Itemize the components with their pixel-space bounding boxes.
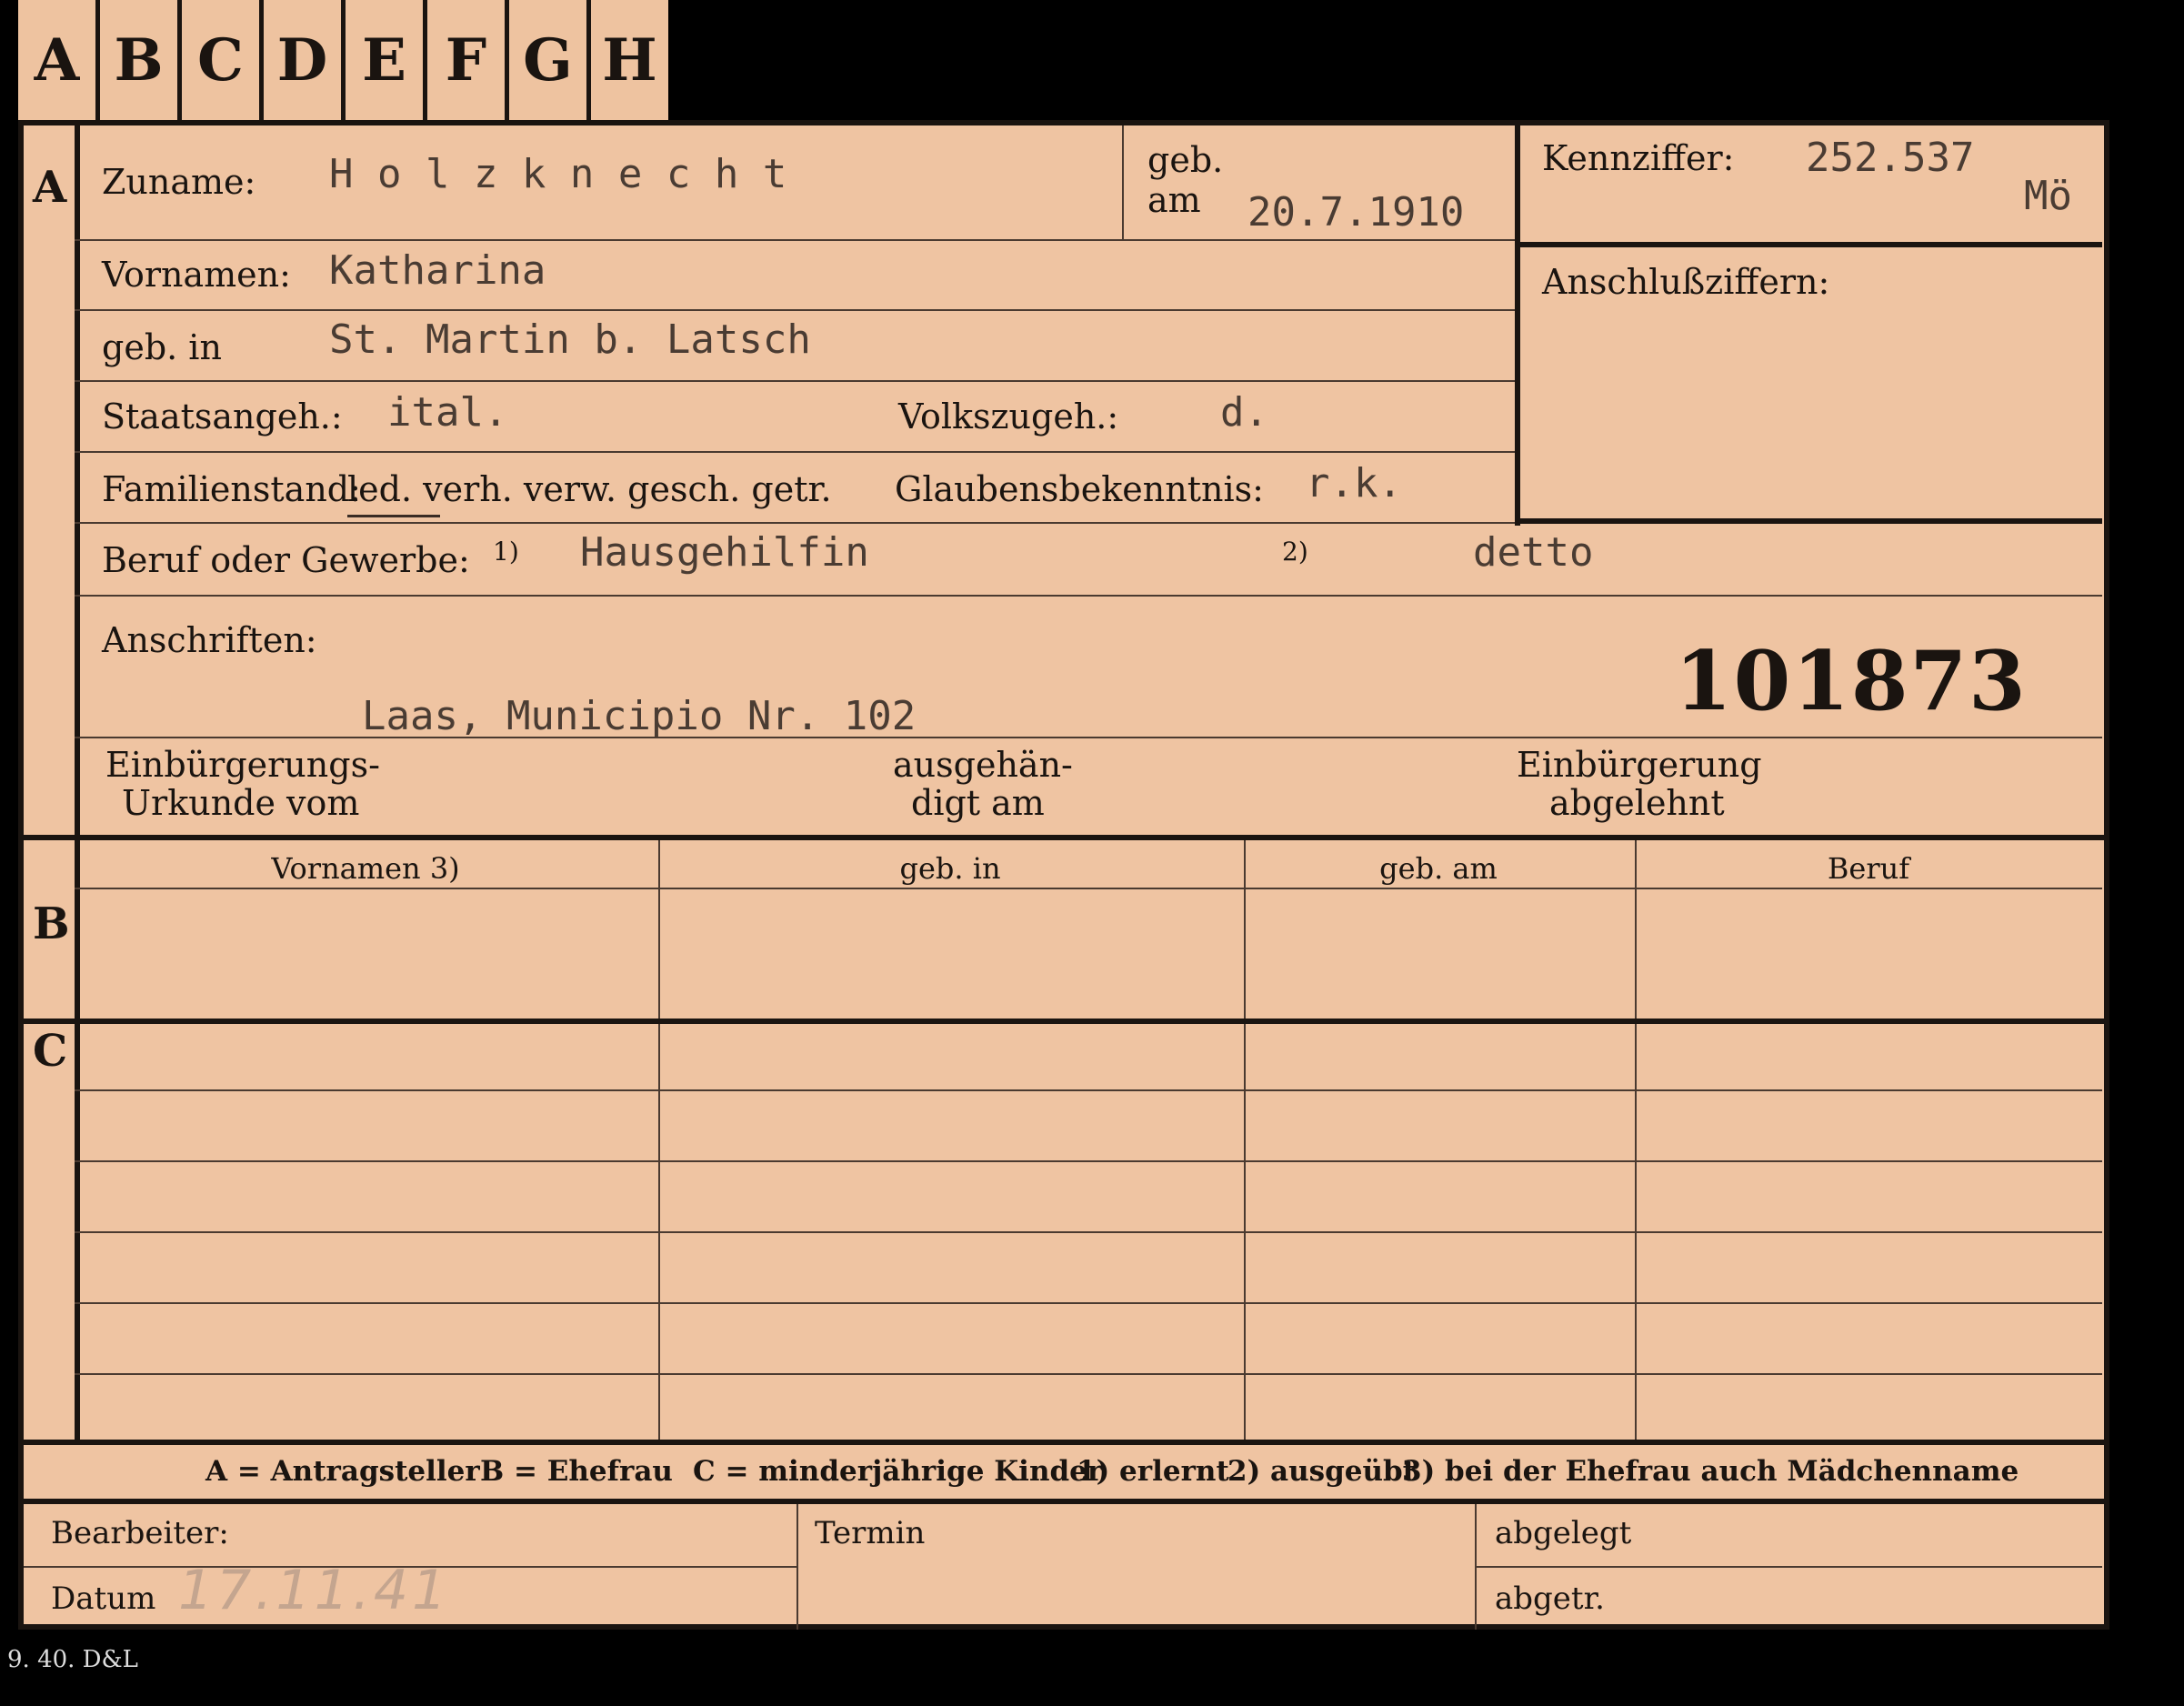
- section-b-letter: B: [33, 898, 70, 949]
- legend-b: B = Ehefrau: [480, 1455, 673, 1488]
- kennziffer-box-left-border: [1515, 125, 1520, 526]
- table-row-line: [75, 1302, 2102, 1304]
- tab-e: E: [346, 0, 427, 120]
- table-row-line: [75, 1089, 2102, 1091]
- footer-row-line: [1475, 1566, 2102, 1568]
- section-a-bottom: [18, 835, 2109, 840]
- vornamen-label: Vornamen:: [102, 255, 291, 295]
- familienstand-label: Familienstand:: [102, 469, 361, 509]
- index-tabs: A B C D E F G H: [18, 0, 668, 120]
- einbuergerung-abgelehnt-line-1: Einbürgerung: [1517, 745, 1762, 785]
- ausgehaendigt-line-2: digt am: [911, 783, 1045, 823]
- termin-label: Termin: [815, 1515, 926, 1551]
- abgetr-label: abgetr.: [1495, 1581, 1605, 1617]
- legend-note-3: 3) bei der Ehefrau auch Mädchenname: [1402, 1455, 2019, 1488]
- row-line: [75, 309, 1515, 311]
- table-header-geb-in: geb. in: [899, 851, 1001, 886]
- anschlussziffern-label: Anschlußziffern:: [1542, 262, 1830, 302]
- anschriften-label: Anschriften:: [102, 620, 317, 660]
- einbuergerung-abgelehnt-label: Einbürgerung abgelehnt: [1517, 746, 1762, 822]
- abgelegt-label: abgelegt: [1495, 1515, 1632, 1551]
- beruf-erlernt-value: Hausgehilfin: [580, 529, 869, 576]
- einbuergerung-urkunde-line-2: Urkunde vom: [122, 783, 360, 823]
- table-header-line: [75, 888, 2102, 889]
- beruf-ausgeuebt-value: detto: [1473, 529, 1594, 576]
- table-bottom: [18, 1440, 2109, 1445]
- beruf-note-1: 1): [493, 537, 519, 567]
- volkszugeh-label: Volkszugeh.:: [898, 396, 1119, 437]
- table-column-line: [1635, 840, 1637, 1440]
- legend-bottom: [18, 1499, 2109, 1504]
- tab-g: G: [509, 0, 591, 120]
- glaubensbekenntnis-label: Glaubensbekenntnis:: [895, 469, 1264, 509]
- zuname-label: Zuname:: [102, 162, 256, 202]
- row-line: [75, 239, 1515, 241]
- legend-a: A = Antragsteller: [205, 1455, 480, 1488]
- table-column-line: [658, 840, 660, 1440]
- legend-note-1: 1) erlernt: [1077, 1455, 1229, 1488]
- tab-d: D: [264, 0, 346, 120]
- anschrift-value: Laas, Municipio Nr. 102: [362, 693, 917, 739]
- row-line: [75, 380, 1515, 382]
- vornamen-value: Katharina: [329, 247, 546, 294]
- beruf-note-2: 2): [1282, 537, 1308, 567]
- geb-am-label: geb. am: [1147, 140, 1224, 220]
- table-row-line: [75, 1231, 2102, 1233]
- tab-c: C: [182, 0, 264, 120]
- table-header-geb-am: geb. am: [1379, 851, 1498, 886]
- footer-column-line: [796, 1504, 798, 1630]
- row-line: [75, 451, 1515, 453]
- einbuergerung-abgelehnt-line-2: abgelehnt: [1549, 783, 1725, 823]
- familienstand-underline: [347, 515, 440, 517]
- tab-h: H: [602, 25, 657, 95]
- bearbeiter-label: Bearbeiter:: [51, 1515, 229, 1551]
- table-column-line: [1244, 840, 1246, 1440]
- table-row-line: [75, 1373, 2102, 1375]
- registration-card: A B C Zuname: H o l z k n e c h t geb. a…: [18, 120, 2109, 1630]
- beruf-label: Beruf oder Gewerbe:: [102, 540, 470, 580]
- datum-handwritten-value: 17.11.41: [178, 1559, 451, 1622]
- row-line: [75, 595, 2102, 597]
- kennziffer-box-divider: [1515, 242, 2102, 247]
- geb-am-value: 20.7.1910: [1247, 189, 1465, 236]
- glaubensbekenntnis-value: r.k.: [1306, 460, 1402, 507]
- staatsangeh-label: Staatsangeh.:: [102, 396, 343, 437]
- section-a-letter: A: [33, 162, 67, 213]
- ausgehaendigt-label: ausgehän- digt am: [893, 746, 1073, 822]
- legend-c: C = minderjährige Kinder: [693, 1455, 1103, 1488]
- kennziffer-box-bottom: [1515, 518, 2102, 524]
- ausgehaendigt-line-1: ausgehän-: [893, 745, 1073, 785]
- section-b-bottom: [18, 1019, 2109, 1024]
- tab-a: A: [18, 0, 100, 120]
- einbuergerung-urkunde-label: Einbürgerungs- Urkunde vom: [105, 746, 380, 822]
- tab-f: F: [427, 0, 509, 120]
- geb-in-label: geb. in: [102, 327, 222, 367]
- staatsangeh-value: ital.: [387, 389, 508, 436]
- table-row-line: [75, 1160, 2102, 1162]
- geb-in-value: St. Martin b. Latsch: [329, 316, 811, 363]
- kennziffer-suffix: Mö: [2024, 173, 2072, 219]
- datum-label: Datum: [51, 1581, 156, 1617]
- tab-b: B: [100, 0, 182, 120]
- legend-note-2: 2) ausgeübt: [1227, 1455, 1417, 1488]
- table-header-vornamen: Vornamen 3): [271, 851, 460, 886]
- table-header-beruf: Beruf: [1827, 851, 1910, 886]
- kennziffer-label: Kennziffer:: [1542, 138, 1735, 178]
- stamp-number: 101873: [1675, 633, 2028, 729]
- row-line: [75, 737, 2102, 738]
- zuname-value: H o l z k n e c h t: [329, 151, 787, 197]
- kennziffer-value: 252.537: [1806, 135, 1975, 181]
- section-column-divider: [75, 125, 80, 1440]
- print-code: 9. 40. D&L: [7, 1646, 138, 1673]
- row-line: [75, 522, 1515, 524]
- volkszugeh-value: d.: [1220, 389, 1268, 436]
- einbuergerung-urkunde-line-1: Einbürgerungs-: [105, 745, 380, 785]
- familienstand-options: led. verh. verw. gesch. getr.: [347, 469, 832, 509]
- geb-am-divider: [1122, 125, 1124, 239]
- section-c-letter: C: [33, 1026, 68, 1077]
